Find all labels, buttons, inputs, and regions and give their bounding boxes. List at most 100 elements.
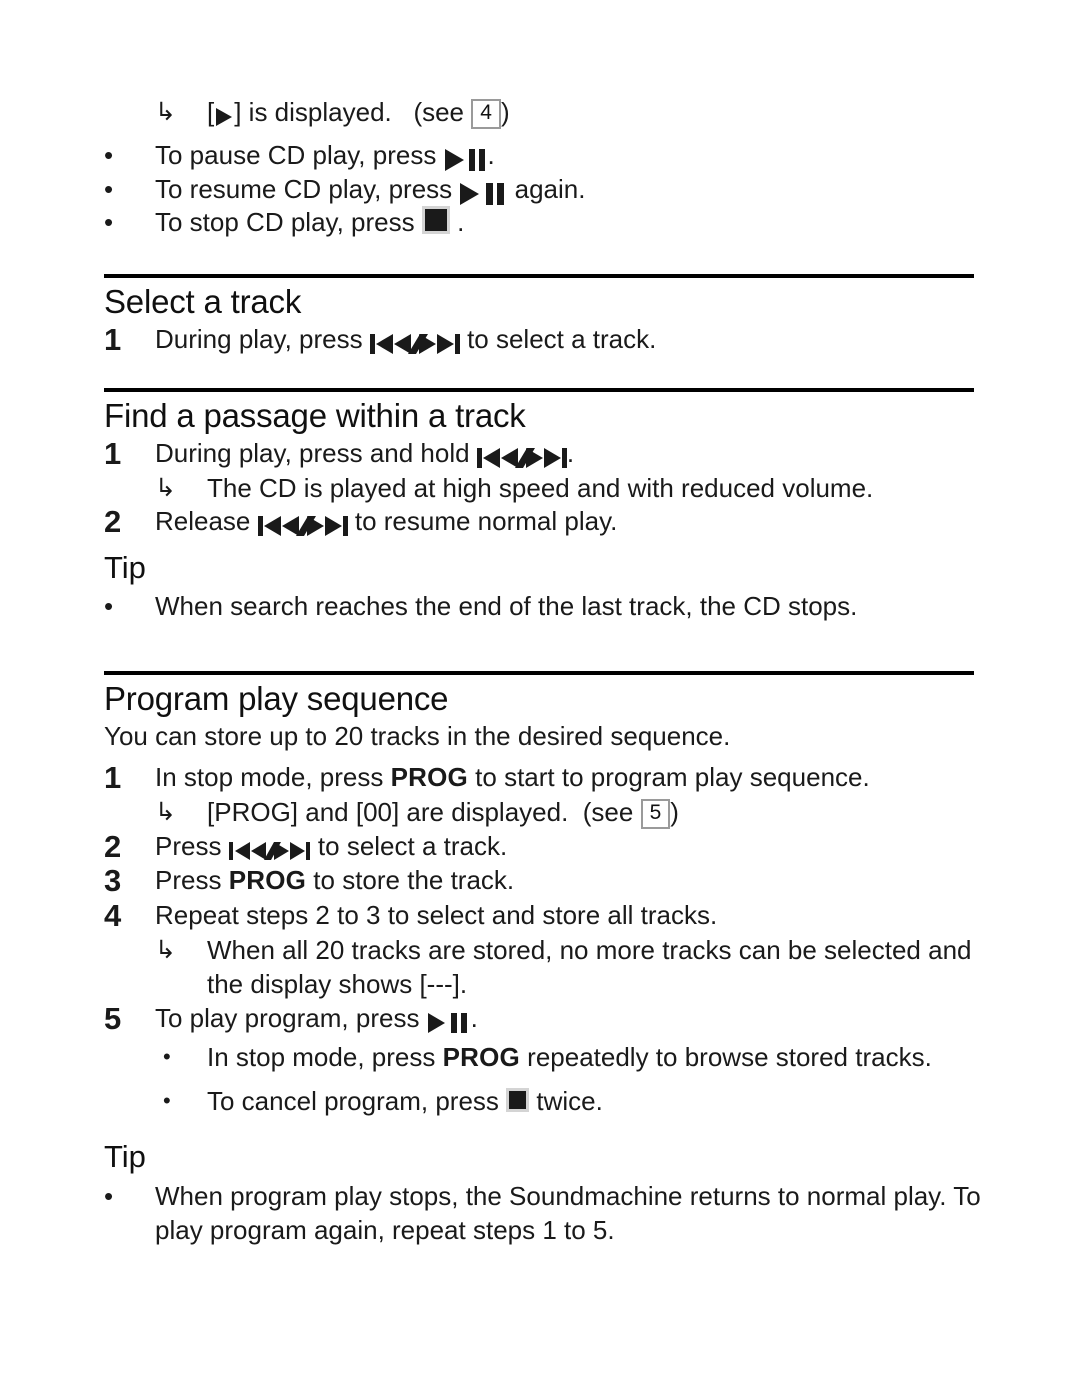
step-find-passage-1: 1 During play, press and hold . (104, 436, 1080, 472)
section-title-select-a-track: Select a track (104, 283, 302, 321)
bullet-icon: • (104, 173, 114, 204)
step-text-before: In stop mode, press (155, 762, 391, 793)
bullet-pause-cd-text: To pause CD play, press . (155, 139, 1080, 173)
result-line-text: [] is displayed. (see 4) (207, 96, 1080, 130)
section-divider (104, 387, 974, 392)
step-text: Press to select a track. (155, 830, 1080, 864)
step-program-2: 2 Press to select a track. (104, 829, 1080, 865)
arrow-icon: ↳ (155, 98, 176, 126)
bullet-text-after: twice. (529, 1086, 603, 1117)
step-select-track-1: 1 During play, press to select a track. (104, 322, 1080, 358)
arrow-icon: ↳ (155, 473, 176, 502)
bullet-stop-cd-text: To stop CD play, press . (155, 206, 1080, 240)
result-text-main: [PROG] and [00] are displayed. (207, 796, 569, 827)
section-title-program-play-sequence: Program play sequence (104, 680, 449, 718)
manual-page: ↳ [] is displayed. (see 4) • To pause CD… (0, 0, 1080, 1385)
section-divider (104, 671, 974, 676)
result-text-line1: When all 20 tracks are stored, no more t… (207, 934, 972, 965)
bullet-icon: • (163, 1044, 171, 1070)
step-program-5: 5 To play program, press . (104, 1000, 1080, 1037)
step-text: Press PROG to store the track. (155, 864, 1080, 898)
step-program-4: 4 Repeat steps 2 to 3 to select and stor… (104, 898, 1080, 934)
step-text: During play, press to select a track. (155, 323, 1080, 357)
result-text: [PROG] and [00] are displayed. (see 5) (207, 796, 1080, 830)
step-number: 4 (104, 898, 122, 934)
program-bullet-text: To cancel program, press twice. (207, 1085, 1080, 1119)
tip-item-text: When program play stops, the Soundmachin… (155, 1180, 1080, 1248)
tip-item: • When search reaches the end of the las… (104, 590, 1080, 624)
prog-key-label: PROG (442, 1042, 520, 1073)
play-icon (214, 106, 234, 128)
skip-prev-next-icon (476, 446, 567, 470)
tip-item-text: When search reaches the end of the last … (155, 590, 858, 621)
tip-heading: Tip (104, 550, 146, 586)
skip-prev-next-icon (369, 332, 460, 356)
reference-box-5: 5 (640, 798, 671, 829)
step-number: 5 (104, 1000, 122, 1036)
stop-icon (421, 206, 450, 235)
section-divider (104, 274, 974, 279)
result-program-1: ↳ [PROG] and [00] are displayed. (see 5) (155, 796, 1080, 830)
bullet-text-before: To cancel program, press (207, 1086, 507, 1117)
step-number: 1 (104, 322, 122, 358)
play-pause-icon (444, 148, 488, 172)
bullet-resume-cd-text: To resume CD play, press again. (155, 173, 1080, 207)
step-text-after: to resume normal play. (347, 506, 618, 537)
step-text-before: To play program, press (155, 1002, 427, 1033)
program-bullet-browse-tracks: • In stop mode, press PROG repeatedly to… (163, 1041, 1080, 1075)
play-pause-icon (427, 1011, 471, 1035)
bullet-icon: • (104, 590, 114, 621)
step-text-before: Release (155, 506, 258, 537)
bullet-resume-cd: • To resume CD play, press again. (104, 173, 1080, 207)
step-number: 2 (104, 504, 122, 540)
step-find-passage-2: 2 Release to resume normal play. (104, 505, 1080, 540)
step-text-before: During play, press (155, 324, 370, 355)
bullet-icon: • (104, 207, 114, 238)
play-pause-icon (459, 182, 507, 206)
tip-heading: Tip (104, 1138, 146, 1174)
result-find-passage-1: ↳ The CD is played at high speed and wit… (155, 472, 1080, 506)
skip-prev-next-icon (257, 514, 348, 538)
result-text: The CD is played at high speed and with … (207, 472, 874, 503)
reference-box-4: 4 (471, 99, 501, 129)
pause-text-after: . (487, 139, 495, 170)
prog-key-label: PROG (228, 865, 307, 896)
section-title-find-a-passage: Find a passage within a track (104, 396, 526, 434)
see-label: (see (413, 97, 465, 127)
display-suffix: ] is displayed. (234, 97, 392, 127)
step-text: Release to resume normal play. (155, 505, 1080, 539)
resume-text-after: again. (507, 173, 586, 204)
bullet-icon: • (104, 1181, 114, 1212)
see-label: (see (582, 796, 634, 827)
step-text-after: to select a track. (310, 830, 508, 861)
step-text-before: During play, press and hold (155, 437, 477, 468)
step-text: To play program, press . (155, 1002, 1080, 1036)
step-number: 1 (104, 760, 122, 796)
pause-text-before: To pause CD play, press (155, 139, 444, 170)
step-text-before: Press (155, 830, 229, 861)
step-text: Repeat steps 2 to 3 to select and store … (155, 900, 718, 931)
prog-key-label: PROG (390, 762, 468, 793)
step-text-after: to start to program play sequence. (467, 762, 870, 793)
see-close: ) (670, 796, 679, 827)
step-text-after: to store the track. (306, 865, 515, 896)
bullet-icon: • (163, 1088, 171, 1114)
see-close: ) (500, 97, 510, 127)
step-program-3: 3 Press PROG to store the track. (104, 864, 1080, 899)
program-bullet-text: In stop mode, press PROG repeatedly to b… (207, 1041, 1080, 1075)
bullet-text-before: In stop mode, press (207, 1042, 443, 1073)
bullet-stop-cd: • To stop CD play, press . (104, 206, 1080, 240)
step-program-1: 1 In stop mode, press PROG to start to p… (104, 761, 1080, 796)
program-bullet-cancel-program: • To cancel program, press twice. (163, 1085, 1080, 1119)
tip-item: • When program play stops, the Soundmach… (104, 1180, 1080, 1248)
result-text-line2: the display shows [---]. (207, 968, 468, 999)
resume-text-before: To resume CD play, press (155, 173, 460, 204)
step-text-before: Press (155, 865, 229, 896)
step-text: During play, press and hold . (155, 437, 1080, 471)
step-text: In stop mode, press PROG to start to pro… (155, 761, 1080, 795)
stop-text-before: To stop CD play, press (155, 207, 422, 238)
result-program-4: ↳ When all 20 tracks are stored, no more… (155, 934, 1080, 1002)
step-number: 3 (104, 863, 122, 899)
bullet-text-after: repeatedly to browse stored tracks. (519, 1042, 932, 1073)
skip-prev-next-icon (228, 839, 311, 863)
